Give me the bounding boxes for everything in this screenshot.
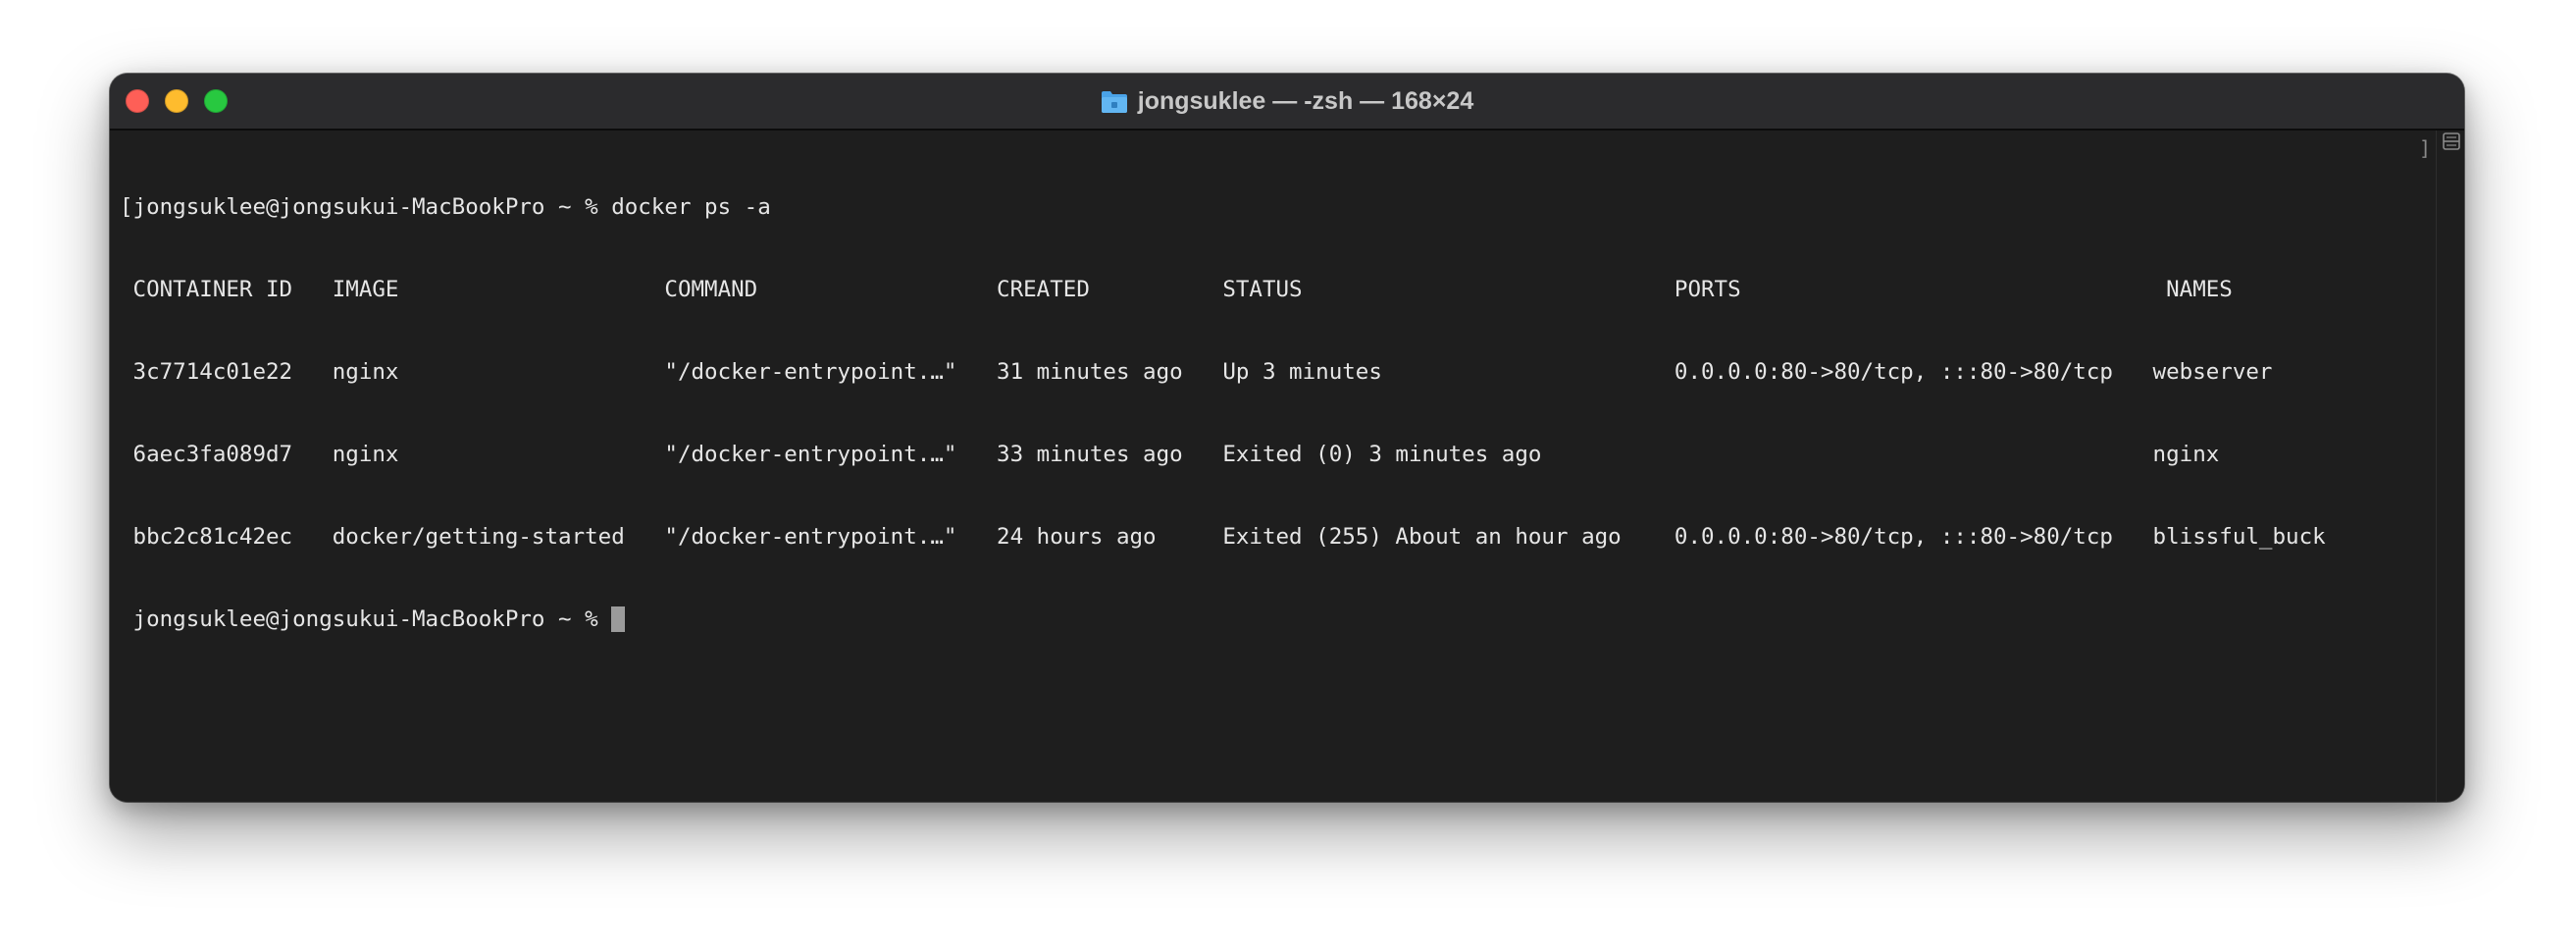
window-title: jongsuklee — -zsh — 168×24	[1137, 86, 1474, 115]
table-row: bbc2c81c42ec docker/getting-started "/do…	[120, 524, 2326, 550]
prompt-text: jongsuklee@jongsukui-MacBookPro ~ %	[120, 606, 612, 632]
terminal-content[interactable]: [jongsuklee@jongsukui-MacBookPro ~ % doc…	[110, 131, 2437, 802]
title-bar[interactable]: jongsuklee — -zsh — 168×24	[110, 74, 2464, 131]
scrollbar-track[interactable]	[2436, 131, 2464, 802]
window-title-group: jongsuklee — -zsh — 168×24	[110, 74, 2464, 129]
terminal-prompt-line[interactable]: jongsuklee@jongsukui-MacBookPro ~ %	[120, 606, 2326, 633]
terminal-line-command: [jongsuklee@jongsukui-MacBookPro ~ % doc…	[120, 194, 771, 220]
table-header: CONTAINER ID IMAGE COMMAND CREATED STATU…	[120, 277, 2233, 302]
folder-icon	[1101, 91, 1127, 113]
terminal-output[interactable]: [jongsuklee@jongsukui-MacBookPro ~ % doc…	[120, 138, 2326, 688]
text-cursor	[611, 606, 626, 632]
mark-bracket: ]	[2418, 136, 2431, 160]
split-pane-icon[interactable]	[2443, 132, 2460, 150]
table-row: 3c7714c01e22 nginx "/docker-entrypoint.……	[120, 359, 2273, 385]
table-row: 6aec3fa089d7 nginx "/docker-entrypoint.……	[120, 442, 2220, 467]
terminal-window: jongsuklee — -zsh — 168×24 [jongsuklee@j…	[110, 74, 2464, 802]
